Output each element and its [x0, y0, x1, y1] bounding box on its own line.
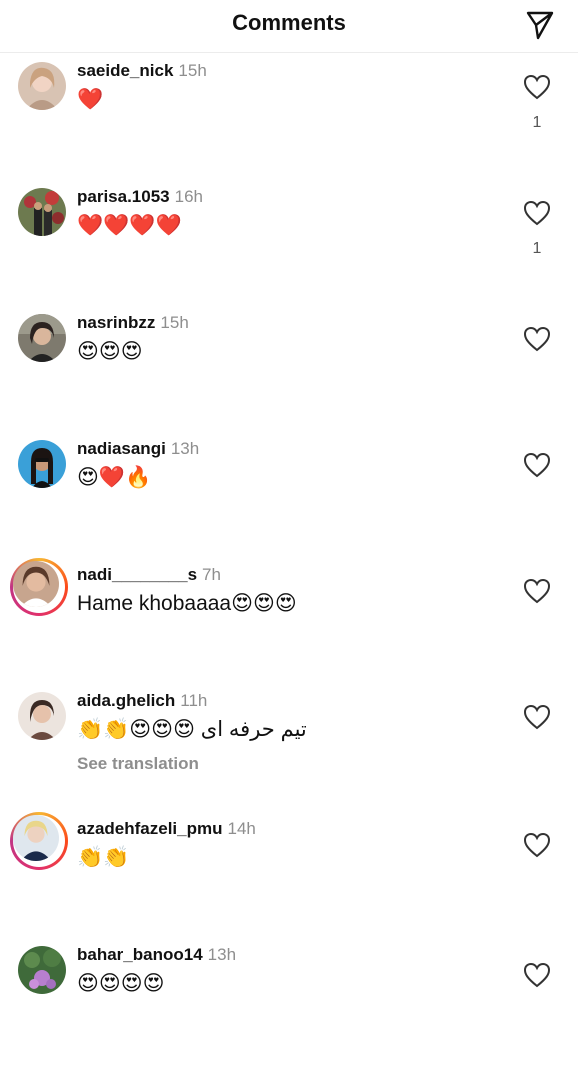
avatar[interactable]: [18, 692, 66, 740]
heart-outline-icon[interactable]: [523, 962, 551, 988]
comment-text: 😍😍😍😍: [77, 972, 165, 995]
comment-text: تیم حرفه ای 😍😍😍👏👏: [77, 718, 307, 741]
heart-outline-icon[interactable]: [523, 832, 551, 858]
comment-text: ❤️❤️❤️❤️: [77, 214, 182, 237]
comment-username[interactable]: nadi________s: [77, 565, 197, 584]
comment-text: 😍😍😍: [77, 340, 143, 363]
avatar[interactable]: [18, 188, 66, 236]
heart-outline-icon[interactable]: [523, 326, 551, 352]
comment-text: 😍❤️🔥: [77, 466, 152, 489]
comment-item: nasrinbzz 15h 😍😍😍: [0, 313, 578, 440]
comments-header: Comments: [0, 0, 578, 53]
comment-time: 15h: [160, 313, 189, 332]
heart-outline-icon[interactable]: [523, 704, 551, 730]
comment-time: 13h: [170, 439, 200, 458]
see-translation-link[interactable]: See translation: [77, 754, 199, 774]
avatar: [13, 815, 59, 861]
comment-time: 16h: [174, 187, 204, 206]
comment-text: 👏👏: [77, 846, 130, 869]
heart-outline-icon[interactable]: [523, 74, 551, 100]
avatar[interactable]: [18, 440, 66, 488]
comment-username[interactable]: parisa.1053: [77, 187, 170, 206]
comment-username[interactable]: azadehfazeli_pmu: [77, 819, 223, 838]
comment-time: 14h: [227, 819, 256, 838]
comment-text: ❤️: [77, 88, 104, 111]
comment-item: saeide_nick 15h ❤️ 1: [0, 61, 578, 188]
comment-time: 13h: [207, 945, 237, 964]
comment-time: 11h: [180, 691, 208, 710]
comment-item: azadehfazeli_pmu 14h 👏👏: [0, 812, 578, 946]
page-title: Comments: [232, 10, 346, 35]
comment-username[interactable]: bahar_banoo14: [77, 945, 203, 964]
avatar[interactable]: [18, 946, 66, 994]
comment-item: nadi________s 7h Hame khobaaaa😍😍😍: [0, 558, 578, 692]
comment-username[interactable]: saeide_nick: [77, 61, 173, 80]
comment-time: 7h: [202, 565, 221, 584]
comment-text: Hame khobaaaa😍😍😍: [77, 592, 297, 615]
avatar[interactable]: [18, 62, 66, 110]
like-count: 1: [532, 240, 542, 257]
comment-username[interactable]: nasrinbzz: [77, 313, 155, 332]
comment-item: aida.ghelich 11h تیم حرفه ای 😍😍😍👏👏 See tr…: [0, 691, 578, 818]
comment-time: 15h: [178, 61, 207, 80]
avatar[interactable]: [18, 314, 66, 362]
comment-item: parisa.1053 16h ❤️❤️❤️❤️ 1: [0, 187, 578, 314]
heart-outline-icon[interactable]: [523, 200, 551, 226]
comment-item: bahar_banoo14 13h 😍😍😍😍: [0, 945, 578, 1072]
avatar-story-ring[interactable]: [10, 558, 68, 616]
comment-username[interactable]: nadiasangi: [77, 439, 166, 458]
heart-outline-icon[interactable]: [523, 452, 551, 478]
avatar: [13, 561, 59, 607]
like-count: 1: [532, 114, 542, 131]
comment-username[interactable]: aida.ghelich: [77, 691, 175, 710]
heart-outline-icon[interactable]: [523, 578, 551, 604]
send-icon[interactable]: [524, 9, 556, 41]
avatar-story-ring[interactable]: [10, 812, 68, 870]
comment-item: nadiasangi 13h 😍❤️🔥: [0, 439, 578, 566]
